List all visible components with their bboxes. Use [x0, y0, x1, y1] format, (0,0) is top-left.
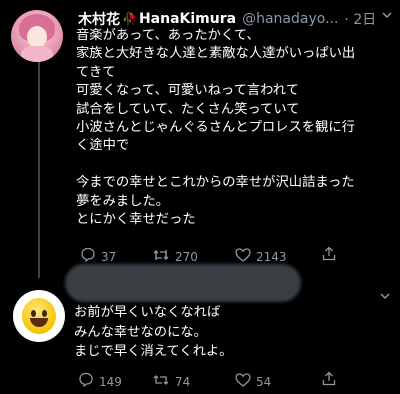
retweet-count: 270 — [175, 249, 198, 264]
reply-line: みんな幸せなのにな。 — [74, 324, 207, 340]
tweet-line: 夢をみました。 — [76, 193, 170, 209]
tweet-line: 可愛くなって、可愛いねって言われて — [76, 83, 299, 99]
tweet-line: 小波さんとじゃんぐるさんとプロレスを観に行 — [76, 120, 355, 136]
reply-button[interactable]: 149 — [78, 372, 122, 391]
display-name-suffix[interactable]: HanaKimura — [139, 11, 236, 27]
reply-line: まじで早く消えてくれよ。 — [74, 344, 233, 359]
blurred-username — [65, 264, 301, 302]
chevron-down-icon[interactable] — [382, 9, 392, 22]
chevron-down-icon[interactable] — [380, 290, 390, 303]
tweet-header: 木村花 🥀 HanaKimura @hanadayo... · 2日 — [78, 9, 394, 29]
share-icon — [322, 246, 341, 265]
reply-body: お前が早くいなくなれば みんな幸せなのにな。 まじで早く消えてくれよ。 — [74, 303, 394, 362]
tweet-line: く途中で — [76, 138, 130, 154]
retweet-button[interactable]: 74 — [152, 372, 190, 391]
tweet-line: 音楽があって、あったかくて、 — [76, 28, 260, 43]
avatar[interactable] — [13, 290, 65, 342]
smiley-emoji-icon — [22, 298, 56, 334]
display-name[interactable]: 木村花 — [78, 9, 120, 29]
like-count: 54 — [256, 374, 272, 389]
tweet-line: 家族と大好きな人達と素敵な人達がいっぱい出 — [76, 46, 356, 62]
tweet-line: てきて — [76, 64, 116, 80]
avatar[interactable] — [11, 10, 63, 62]
like-button[interactable]: 54 — [235, 372, 271, 391]
rose-icon: 🥀 — [122, 12, 137, 26]
tweet-body: 音楽があって、あったかくて、 家族と大好きな人達と素敵な人達がいっぱい出 てきて… — [76, 27, 396, 229]
heart-icon — [235, 372, 256, 391]
tweet-line: 今までの幸せとこれからの幸せが沢山詰まった — [76, 175, 355, 191]
reply-count: 149 — [99, 374, 122, 389]
tweet-time[interactable]: · 2日 — [344, 9, 376, 29]
retweet-count: 74 — [175, 374, 191, 389]
share-icon — [322, 371, 341, 390]
reply-line: お前が早くいなくなれば — [74, 305, 221, 320]
user-handle[interactable]: @hanadayo... — [242, 11, 338, 27]
tweet-line: 試合をしていて、たくさん笑っていて — [76, 101, 300, 117]
share-button[interactable] — [322, 371, 341, 390]
like-count: 2143 — [256, 249, 287, 264]
share-button[interactable] — [322, 246, 341, 265]
retweet-icon — [152, 372, 175, 391]
reply-icon — [78, 372, 99, 391]
reply-count: 37 — [101, 249, 117, 264]
thread-connector-line — [38, 52, 40, 278]
tweet-line: とにかく幸せだった — [76, 212, 196, 228]
